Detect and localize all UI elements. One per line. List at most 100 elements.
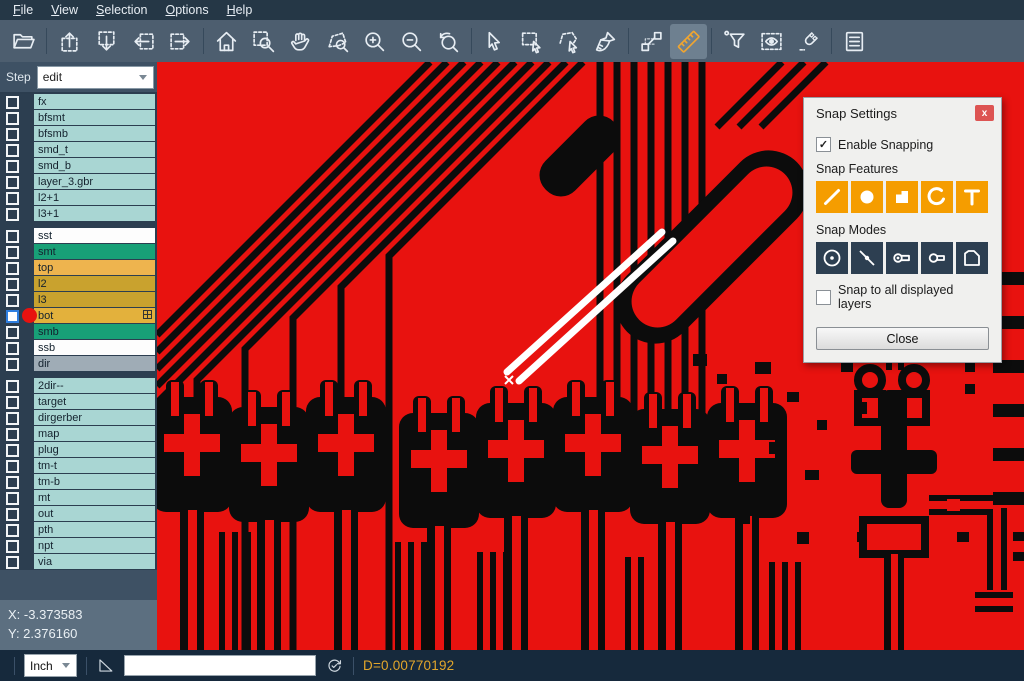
layer-label[interactable]: smt (34, 244, 155, 259)
step-dropdown[interactable]: edit (37, 66, 154, 89)
home-button[interactable] (208, 24, 245, 59)
zoom-out-button[interactable] (393, 24, 430, 59)
layer-label[interactable]: tm-b (34, 474, 155, 489)
layer-visibility-checkbox[interactable] (6, 310, 19, 323)
dialog-title-bar[interactable]: Snap Settings x (804, 98, 1001, 124)
layer-visibility-checkbox[interactable] (6, 556, 19, 569)
layer-label[interactable]: bfsmb (34, 126, 155, 141)
zoom-previous-button[interactable] (430, 24, 467, 59)
layer-visibility-checkbox[interactable] (6, 192, 19, 205)
pan-down-button[interactable] (88, 24, 125, 59)
layer-label[interactable]: 2dir-- (34, 378, 155, 393)
layer-label[interactable]: l3 (34, 292, 155, 307)
enable-snapping-row[interactable]: Enable Snapping (816, 137, 989, 152)
layer-visibility-checkbox[interactable] (6, 160, 19, 173)
measure-input[interactable] (124, 655, 316, 676)
layer-label[interactable]: mt (34, 490, 155, 505)
layer-label[interactable]: bfsmt (34, 110, 155, 125)
layer-visibility-checkbox[interactable] (6, 358, 19, 371)
snap-midpoint-button[interactable] (851, 242, 883, 274)
layer-label[interactable]: smd_t (34, 142, 155, 157)
snap-all-layers-checkbox[interactable] (816, 290, 831, 305)
pan-left-button[interactable] (125, 24, 162, 59)
zoom-object-button[interactable] (319, 24, 356, 59)
layer-visibility-checkbox[interactable] (6, 476, 19, 489)
close-icon[interactable]: x (975, 105, 994, 121)
snap-outline-button[interactable] (956, 242, 988, 274)
layer-label[interactable]: target (34, 394, 155, 409)
layer-label[interactable]: smd_b (34, 158, 155, 173)
select-rect-button[interactable] (513, 24, 550, 59)
angle-measure-icon[interactable] (96, 656, 115, 675)
snap-slot-filled-button[interactable] (886, 242, 918, 274)
menu-view[interactable]: View (42, 1, 87, 19)
snap-all-layers-row[interactable]: Snap to all displayed layers (816, 283, 989, 311)
units-dropdown[interactable]: Inch (24, 654, 77, 677)
menu-options[interactable]: Options (156, 1, 217, 19)
filter-button[interactable] (716, 24, 753, 59)
pan-right-button[interactable] (162, 24, 199, 59)
layer-visibility-checkbox[interactable] (6, 96, 19, 109)
enable-snapping-checkbox[interactable] (816, 137, 831, 152)
menu-help[interactable]: Help (218, 1, 262, 19)
layer-visibility-checkbox[interactable] (6, 508, 19, 521)
layer-label[interactable]: plug (34, 442, 155, 457)
snap-magnet-button[interactable] (790, 24, 827, 59)
layer-label[interactable]: fx (34, 94, 155, 109)
report-form-button[interactable] (836, 24, 873, 59)
select-arrow-button[interactable] (476, 24, 513, 59)
clean-brush-button[interactable] (587, 24, 624, 59)
show-eye-button[interactable] (753, 24, 790, 59)
refresh-check-icon[interactable] (325, 656, 344, 675)
menu-file[interactable]: File (4, 1, 42, 19)
snap-pad-button[interactable] (851, 181, 883, 213)
zoom-area-button[interactable] (245, 24, 282, 59)
layer-visibility-checkbox[interactable] (6, 342, 19, 355)
layer-visibility-checkbox[interactable] (6, 278, 19, 291)
layer-label[interactable]: npt (34, 538, 155, 553)
layer-visibility-checkbox[interactable] (6, 128, 19, 141)
layer-visibility-checkbox[interactable] (6, 144, 19, 157)
pan-hand-button[interactable] (282, 24, 319, 59)
layer-label[interactable]: pth (34, 522, 155, 537)
select-polygon-button[interactable] (550, 24, 587, 59)
menu-selection[interactable]: Selection (87, 1, 156, 19)
measure-line-button[interactable] (633, 24, 670, 59)
layer-label[interactable]: dirgerber (34, 410, 155, 425)
layer-visibility-checkbox[interactable] (6, 380, 19, 393)
layer-visibility-checkbox[interactable] (6, 246, 19, 259)
layer-visibility-checkbox[interactable] (6, 262, 19, 275)
snap-slot-button[interactable] (921, 242, 953, 274)
layer-label[interactable]: l2 (34, 276, 155, 291)
layer-visibility-checkbox[interactable] (6, 230, 19, 243)
layer-visibility-checkbox[interactable] (6, 112, 19, 125)
zoom-in-button[interactable] (356, 24, 393, 59)
layer-visibility-checkbox[interactable] (6, 412, 19, 425)
layer-label[interactable]: via (34, 554, 155, 569)
snap-line-button[interactable] (816, 181, 848, 213)
layer-visibility-checkbox[interactable] (6, 396, 19, 409)
layer-label[interactable]: smb (34, 324, 155, 339)
layer-label[interactable]: dir (34, 356, 155, 371)
snap-corner-button[interactable] (886, 181, 918, 213)
layer-visibility-checkbox[interactable] (6, 540, 19, 553)
snap-arc-button[interactable] (921, 181, 953, 213)
layer-label[interactable]: bot (34, 308, 155, 323)
snap-text-button[interactable] (956, 181, 988, 213)
layer-visibility-checkbox[interactable] (6, 208, 19, 221)
pan-up-button[interactable] (51, 24, 88, 59)
snap-center-button[interactable] (816, 242, 848, 274)
layer-visibility-checkbox[interactable] (6, 460, 19, 473)
layer-label[interactable]: ssb (34, 340, 155, 355)
layer-visibility-checkbox[interactable] (6, 176, 19, 189)
layer-label[interactable]: l2+1 (34, 190, 155, 205)
layer-visibility-checkbox[interactable] (6, 294, 19, 307)
open-folder-button[interactable] (5, 24, 42, 59)
close-button[interactable]: Close (816, 327, 989, 350)
layer-visibility-checkbox[interactable] (6, 524, 19, 537)
layer-visibility-checkbox[interactable] (6, 326, 19, 339)
layer-label[interactable]: sst (34, 228, 155, 243)
layer-label[interactable]: map (34, 426, 155, 441)
ruler-button[interactable] (670, 24, 707, 59)
layer-label[interactable]: top (34, 260, 155, 275)
